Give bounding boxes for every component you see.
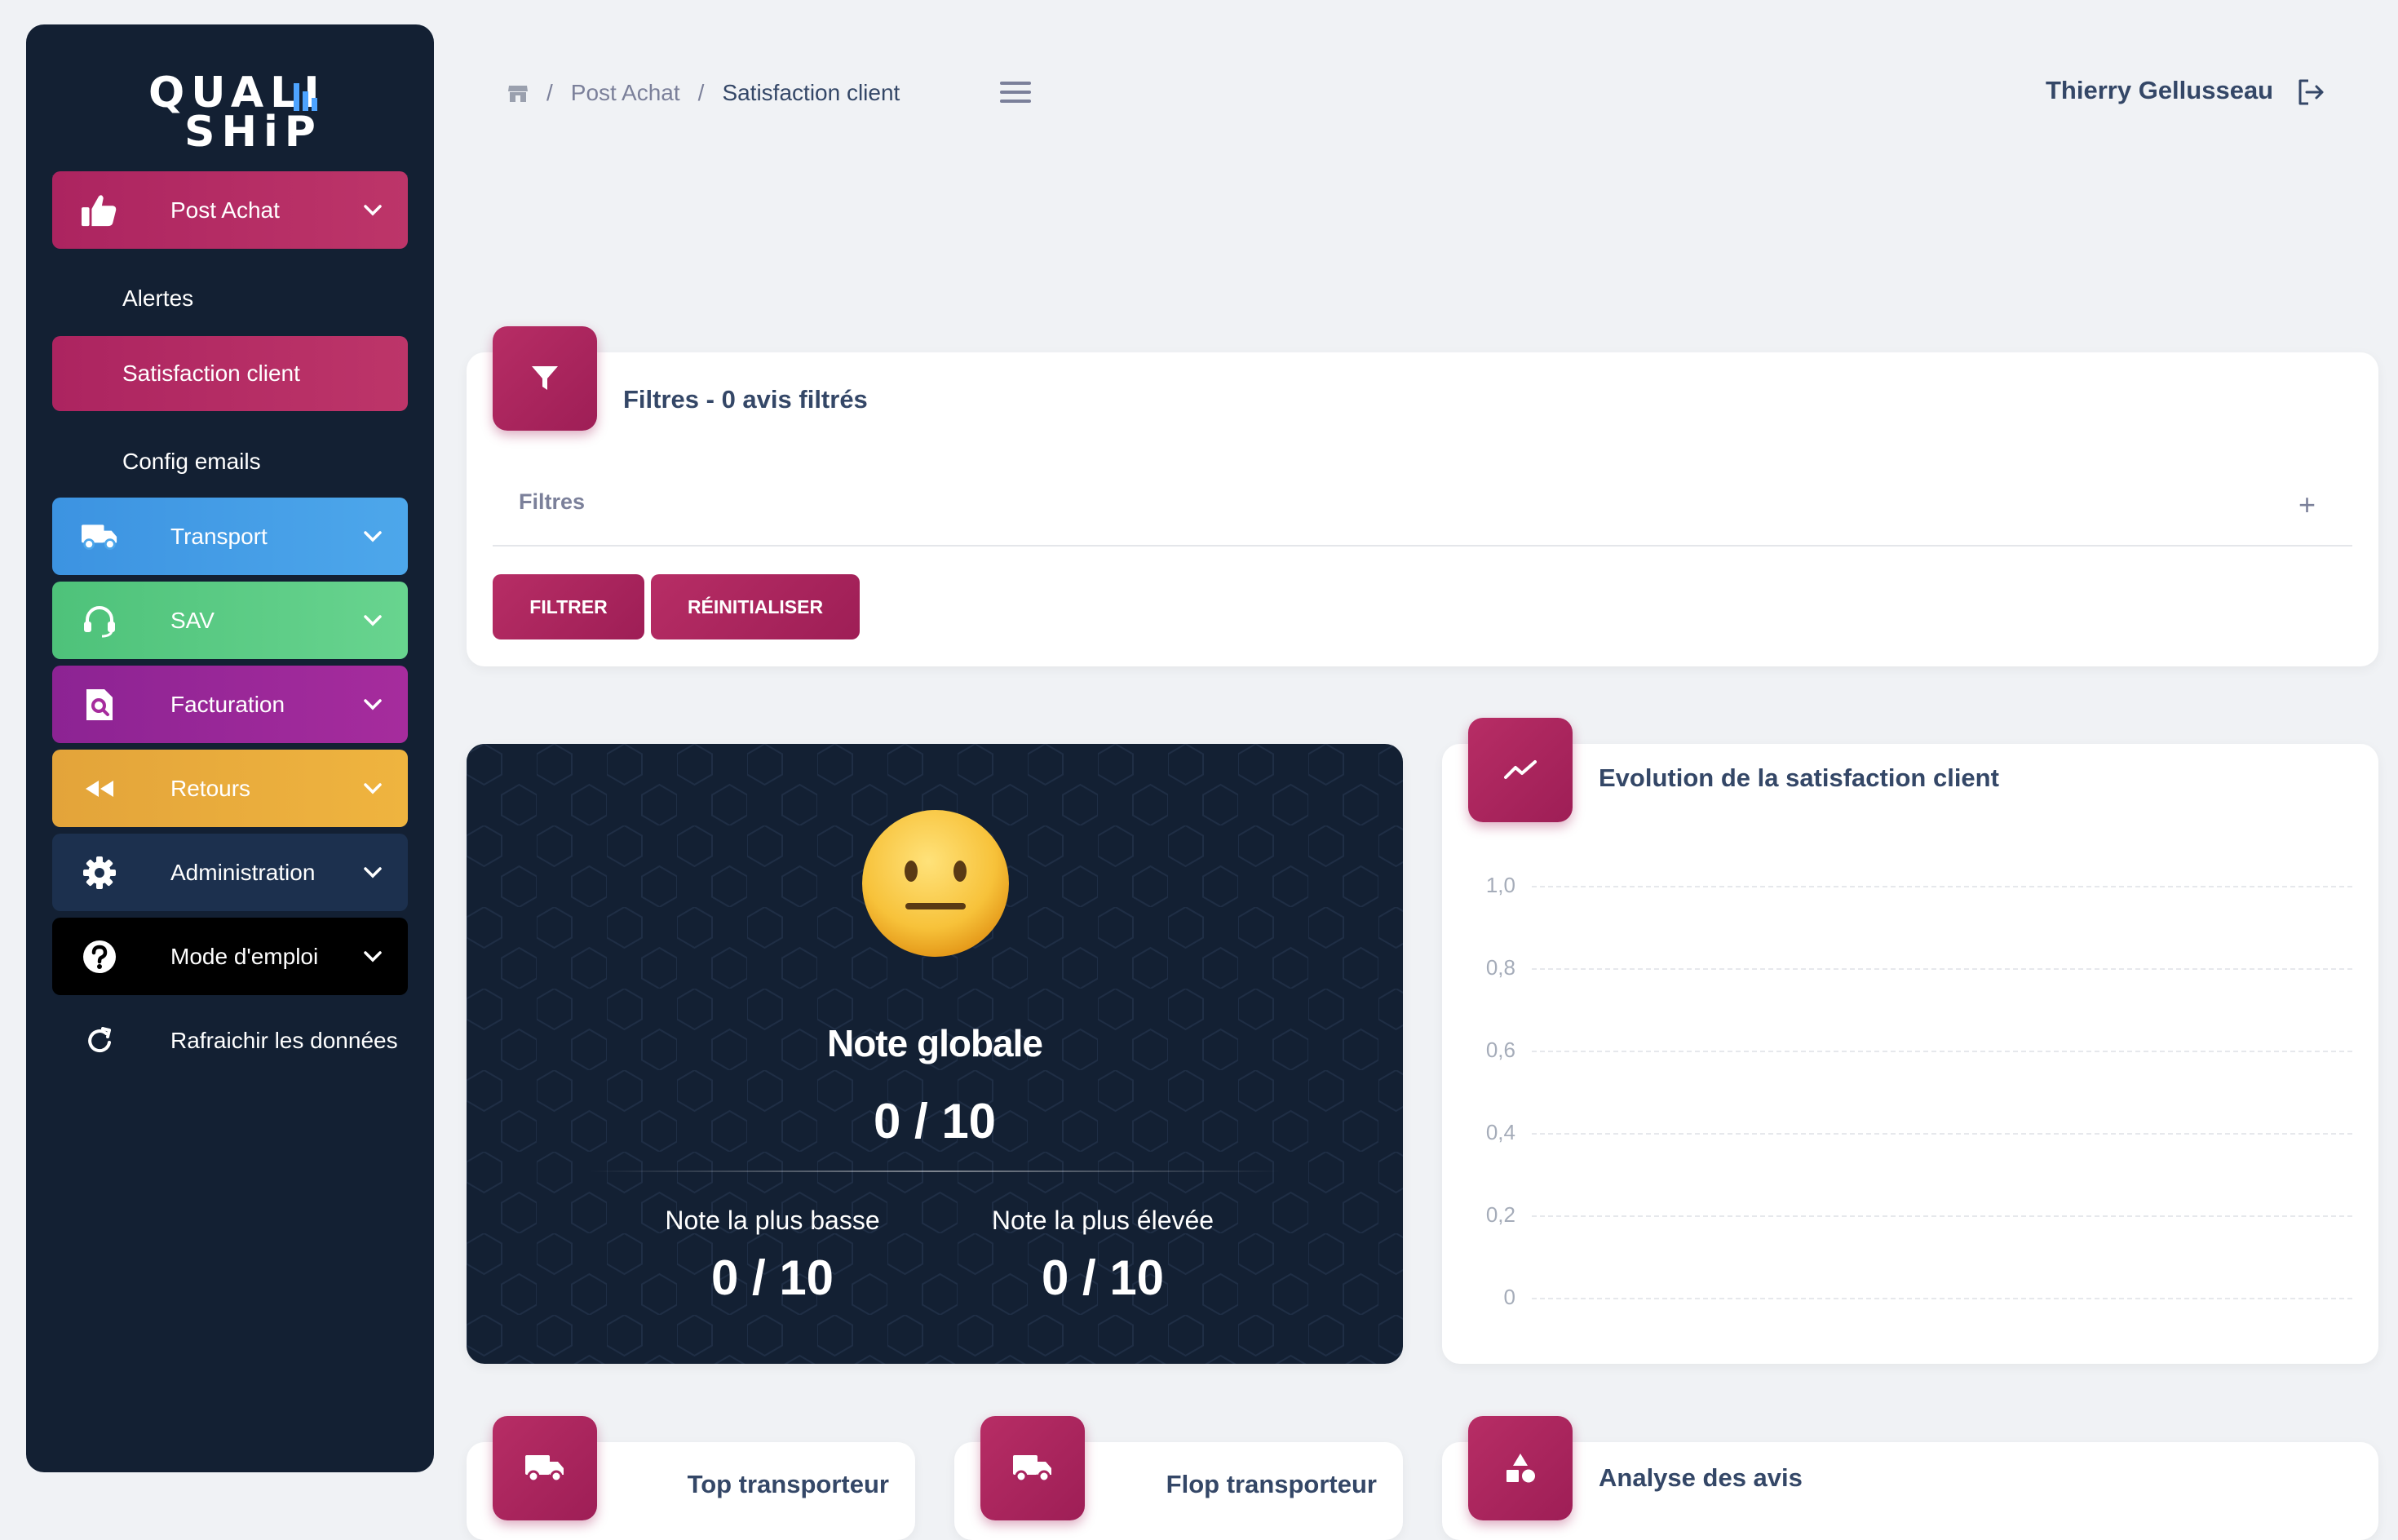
filters-title: Filtres - 0 avis filtrés [623,385,868,414]
y-tick-label: 0,6 [1485,1038,1515,1062]
breadcrumb: / Post Achat / Satisfaction client [507,80,900,106]
rewind-icon [82,771,117,807]
sidebar-item-refresh[interactable]: Rafraichir les données [52,1002,408,1079]
sidebar-item-mode-emploi[interactable]: Mode d'emploi [52,918,408,995]
sidebar: QUALI SHiP Post Achat Alertes Satisfacti… [26,24,434,1472]
note-globale-title: Note globale [826,1022,1043,1064]
sidebar-item-facturation[interactable]: Facturation [52,666,408,743]
highest-note-label: Note la plus élevée [991,1206,1214,1235]
trend-icon [1468,718,1573,822]
flop-transporteur-title: Flop transporteur [1166,1470,1377,1498]
headset-icon [82,603,117,639]
filters-accordion[interactable]: Filtres [519,489,585,515]
app-logo[interactable]: QUALI SHiP [26,47,434,153]
reset-button[interactable]: RÉINITIALISER [651,574,860,639]
neutral-face-icon [862,810,1009,957]
funnel-icon [493,326,597,431]
truck-icon [82,519,117,555]
chevron-down-icon [364,699,382,710]
y-tick-label: 0 [1503,1285,1515,1309]
top-transporteur-card: Top transporteur [467,1416,915,1540]
chevron-down-icon [364,951,382,962]
sidebar-item-transport[interactable]: Transport [52,498,408,575]
thumbs-up-icon [82,192,117,228]
note-globale-value: 0 / 10 [873,1094,997,1148]
grid-line [1532,1051,2352,1052]
chevron-down-icon [364,531,382,542]
chart-title: Evolution de la satisfaction client [1599,763,1999,792]
filter-button[interactable]: FILTRER [493,574,644,639]
truck-icon [980,1416,1085,1520]
plus-icon[interactable]: + [2298,488,2316,522]
lowest-note-value: 0 / 10 [710,1250,834,1305]
sidebar-subitem-alertes[interactable]: Alertes [52,261,408,336]
divider [493,545,2352,547]
y-tick-label: 0,4 [1485,1120,1515,1144]
sidebar-subitem-satisfaction-client[interactable]: Satisfaction client [52,336,408,411]
sidebar-subitem-config-emails[interactable]: Config emails [52,424,408,499]
menu-toggle-icon[interactable] [1000,82,1031,103]
chevron-down-icon [364,783,382,794]
chevron-down-icon [364,615,382,626]
y-tick-label: 1,0 [1485,873,1515,897]
gear-icon [82,855,117,891]
sidebar-item-retours[interactable]: Retours [52,750,408,827]
grid-line [1532,1215,2352,1217]
question-icon [82,939,117,975]
y-tick-label: 0,2 [1485,1202,1515,1227]
lowest-note-label: Note la plus basse [665,1206,880,1235]
sidebar-item-post-achat[interactable]: Post Achat [52,171,408,249]
analyse-avis-card: Analyse des avis [1442,1416,2378,1540]
user-name: Thierry Gellusseau [2046,76,2274,104]
y-tick-label: 0,8 [1485,955,1515,980]
grid-line [1532,1298,2352,1299]
shapes-icon [1468,1416,1573,1520]
divider [589,1170,1281,1172]
note-globale-card: Note globale 0 / 10 Note la plus basse N… [467,744,1403,1364]
filters-card: Filtres - 0 avis filtrés Filtres + FILTR… [467,326,2378,666]
logout-icon[interactable] [2297,78,2325,106]
breadcrumb-post-achat[interactable]: Post Achat [571,80,680,106]
analyse-avis-title: Analyse des avis [1599,1463,1803,1492]
logo-bars-icon [294,83,326,111]
chevron-down-icon [364,867,382,878]
grid-line [1532,968,2352,970]
sidebar-item-sav[interactable]: SAV [52,582,408,659]
highest-note-value: 0 / 10 [1041,1250,1165,1305]
breadcrumb-current: Satisfaction client [722,80,900,105]
sidebar-item-administration[interactable]: Administration [52,834,408,911]
refresh-icon [82,1023,117,1059]
invoice-search-icon [82,687,117,723]
chevron-down-icon [364,205,382,216]
top-transporteur-title: Top transporteur [687,1470,889,1498]
flop-transporteur-card: Flop transporteur [954,1416,1403,1540]
store-icon[interactable] [507,82,529,104]
satisfaction-chart-card: Evolution de la satisfaction client 1,0 0… [1442,718,2378,1364]
grid-line [1532,1133,2352,1135]
truck-icon [493,1416,597,1520]
grid-line [1532,886,2352,887]
